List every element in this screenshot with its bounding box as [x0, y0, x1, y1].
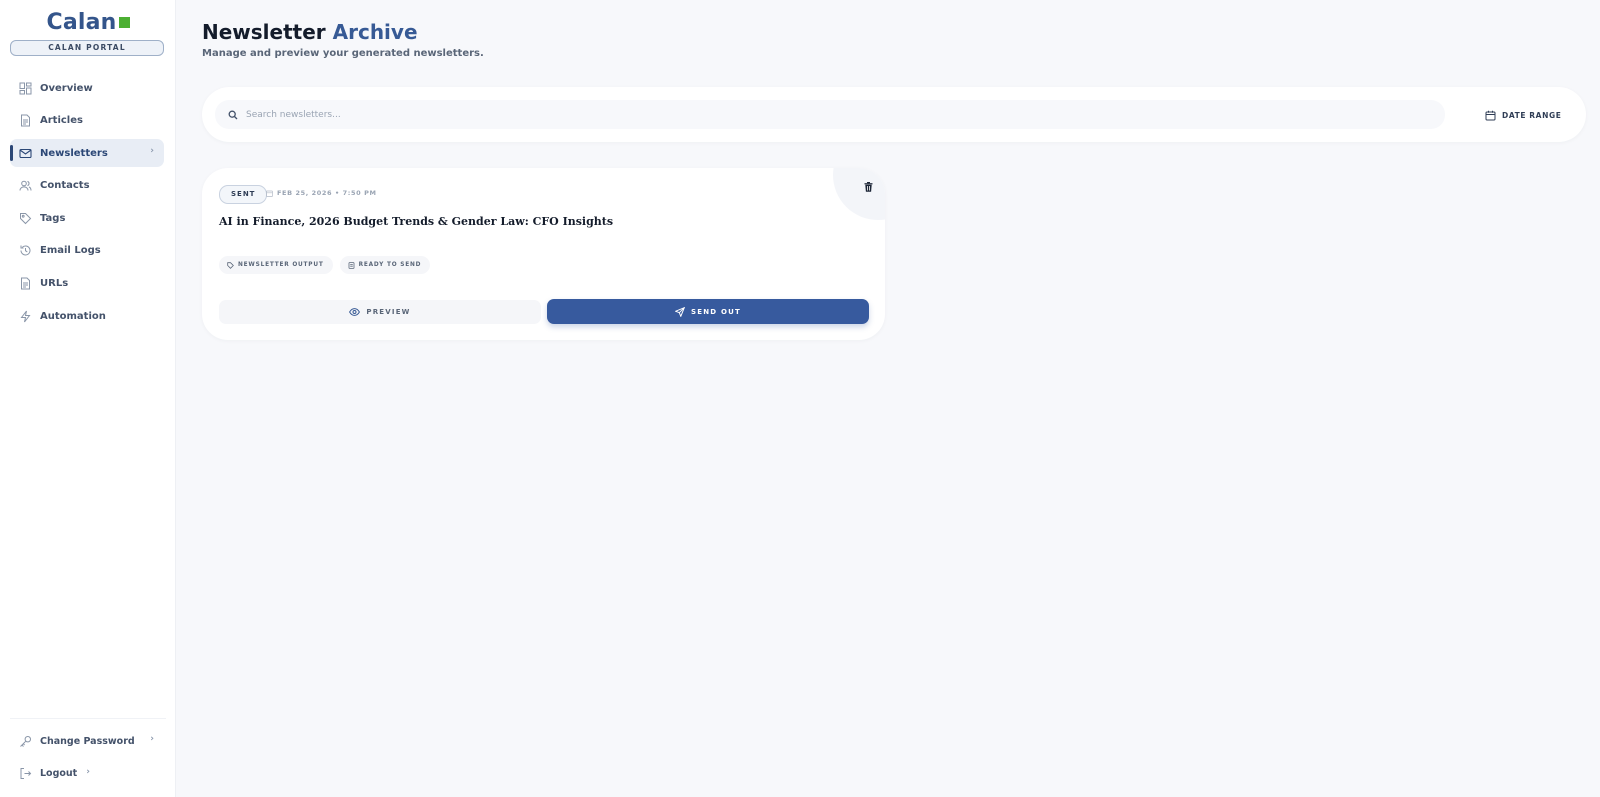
sidebar-item-overview[interactable]: Overview	[10, 74, 164, 102]
logout-label: Logout	[40, 768, 78, 780]
document-icon	[19, 114, 32, 127]
logo-square-icon	[118, 17, 130, 28]
users-icon	[19, 179, 32, 192]
lightning-icon	[19, 310, 32, 323]
sidebar-item-label: Overview	[40, 82, 93, 94]
mail-icon	[19, 147, 32, 160]
date-range-label: DATE RANGE	[1502, 110, 1562, 120]
grid-icon	[19, 82, 32, 95]
tag-label: READY TO SEND	[358, 262, 422, 268]
chevron-right-icon: ›	[150, 146, 154, 157]
newsletter-card: SENT FEB 25, 2026 • 7:50 PM AI in Financ…	[202, 168, 885, 340]
page-title-main: Newsletter	[202, 20, 326, 44]
newsletter-date-text: FEB 25, 2026 • 7:50 PM	[277, 189, 377, 197]
send-out-button[interactable]: SEND OUT	[547, 299, 869, 324]
chevron-right-icon: ›	[150, 734, 154, 744]
logout-button[interactable]: Logout ›	[10, 760, 90, 788]
page-title: Newsletter Archive	[202, 20, 418, 44]
status-badge: SENT	[219, 185, 268, 204]
sidebar-item-newsletters[interactable]: Newsletters ›	[10, 139, 164, 168]
tag-icon	[19, 212, 32, 225]
tag-icon	[227, 261, 234, 269]
newsletter-title[interactable]: AI in Finance, 2026 Budget Trends & Gend…	[219, 215, 613, 228]
sidebar-item-email-logs[interactable]: Email Logs	[10, 237, 164, 265]
chevron-right-icon: ›	[86, 766, 90, 777]
sidebar: Calan CALAN PORTAL Overview Articles New…	[0, 0, 176, 797]
logout-icon	[19, 767, 32, 780]
tag-chip: NEWSLETTER OUTPUT	[219, 256, 333, 274]
sidebar-item-contacts[interactable]: Contacts	[10, 172, 164, 200]
brand-name: Calan	[46, 10, 117, 35]
key-icon	[19, 735, 32, 748]
sidebar-item-label: URLs	[40, 278, 69, 290]
sidebar-item-urls[interactable]: URLs	[10, 270, 164, 298]
calendar-icon	[1485, 110, 1496, 121]
sidebar-divider	[10, 718, 166, 719]
sidebar-item-label: Email Logs	[40, 245, 101, 257]
tag-list: NEWSLETTER OUTPUT READY TO SEND	[219, 256, 431, 274]
sidebar-item-automation[interactable]: Automation	[10, 302, 164, 330]
change-password-button[interactable]: Change Password ›	[10, 727, 164, 755]
tag-chip: READY TO SEND	[339, 256, 431, 274]
sidebar-nav: Overview Articles Newsletters › Contacts	[10, 74, 164, 335]
date-range-button[interactable]: DATE RANGE	[1485, 104, 1561, 126]
document-icon	[19, 277, 32, 290]
sidebar-item-tags[interactable]: Tags	[10, 204, 164, 232]
trash-icon	[864, 182, 873, 192]
filter-panel: DATE RANGE	[202, 87, 1586, 142]
document-icon	[348, 261, 355, 269]
sidebar-item-label: Articles	[40, 115, 83, 127]
brand-logo[interactable]: Calan	[0, 10, 176, 35]
eye-icon	[349, 308, 361, 316]
tag-label: NEWSLETTER OUTPUT	[238, 262, 324, 268]
sidebar-bottom-nav: Change Password › Logout ›	[10, 727, 164, 792]
sidebar-item-label: Newsletters	[40, 147, 108, 159]
preview-button[interactable]: PREVIEW	[219, 300, 541, 324]
portal-badge: CALAN PORTAL	[10, 40, 164, 56]
history-icon	[19, 244, 32, 257]
sidebar-item-label: Contacts	[40, 180, 90, 192]
send-out-label: SEND OUT	[691, 307, 741, 316]
sidebar-item-articles[interactable]: Articles	[10, 107, 164, 135]
change-password-label: Change Password	[40, 735, 135, 747]
page-subtitle: Manage and preview your generated newsle…	[202, 48, 484, 59]
preview-label: PREVIEW	[366, 308, 411, 316]
send-icon	[675, 306, 686, 317]
search-icon	[228, 110, 238, 120]
calendar-icon	[266, 190, 273, 197]
delete-button[interactable]	[859, 178, 877, 196]
search-input[interactable]	[246, 109, 1346, 120]
search-box[interactable]	[215, 100, 1445, 129]
newsletter-date: FEB 25, 2026 • 7:50 PM	[266, 189, 377, 197]
sidebar-item-label: Automation	[40, 310, 106, 322]
sidebar-item-label: Tags	[40, 212, 66, 224]
page-title-accent: Archive	[332, 20, 418, 44]
